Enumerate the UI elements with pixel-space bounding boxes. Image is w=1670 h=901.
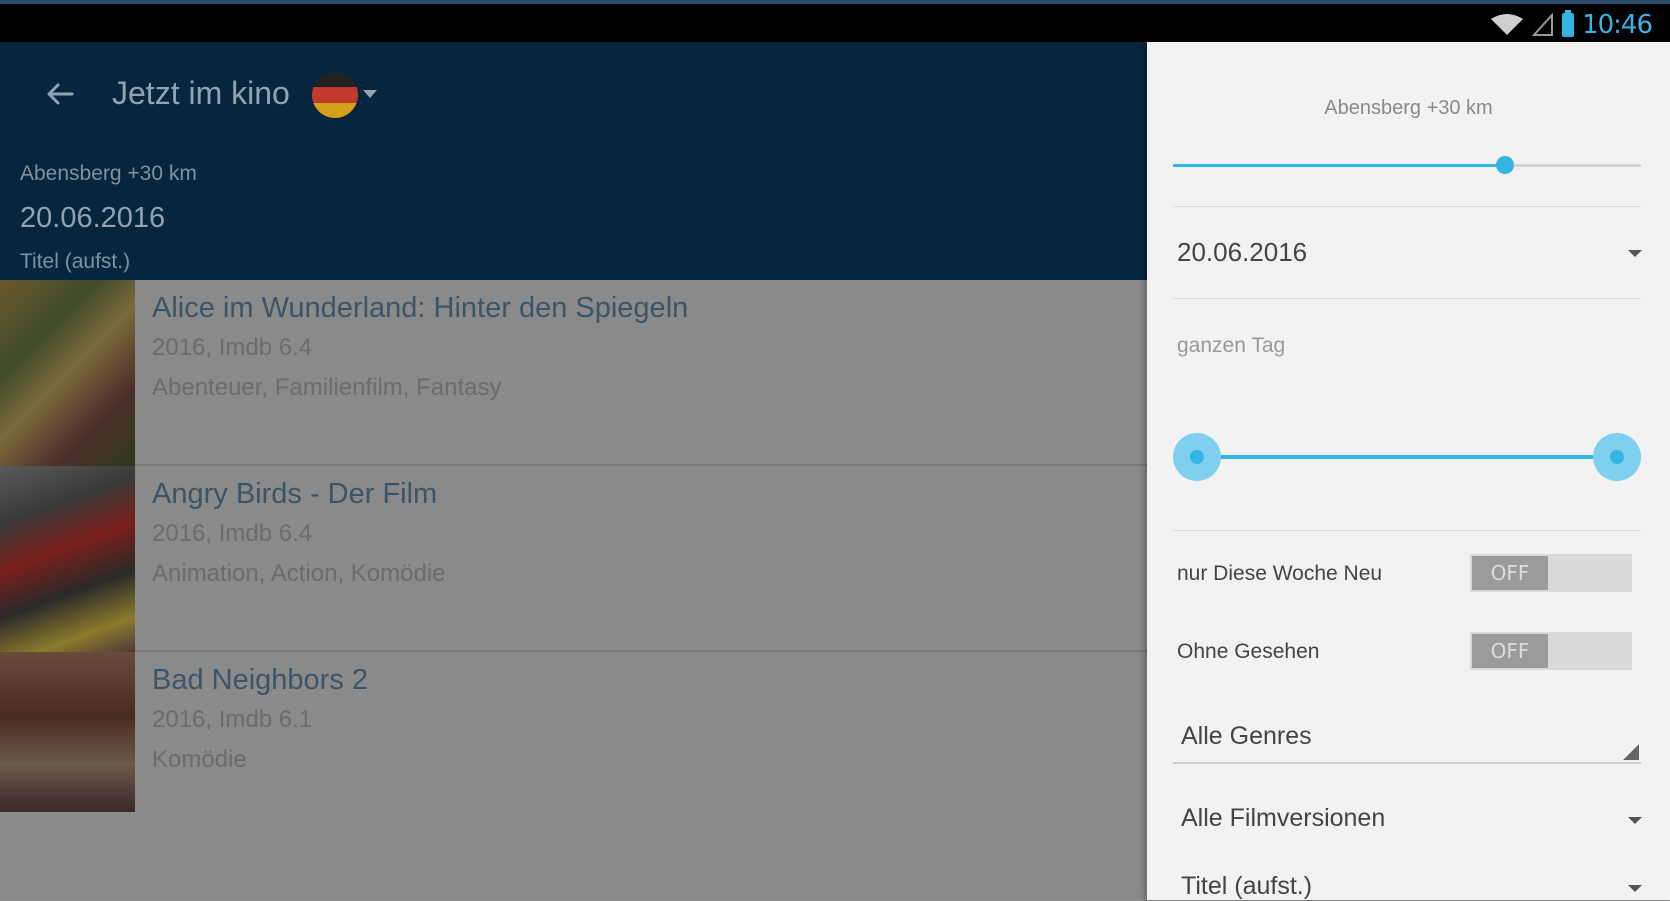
movie-list-item[interactable]: Alice im Wunderland: Hinter den Spiegeln…: [0, 280, 1147, 466]
new-this-week-toggle[interactable]: OFF: [1470, 554, 1632, 592]
spinner-corner-icon: [1623, 744, 1639, 760]
page-title: Jetzt im kino: [112, 75, 290, 111]
chevron-down-icon[interactable]: [1628, 817, 1642, 824]
radius-label: Abensberg +30 km: [1324, 97, 1493, 119]
sort-subtitle: Titel (aufst.): [20, 250, 131, 273]
movie-title: Angry Birds - Der Film: [152, 478, 438, 510]
range-start-thumb[interactable]: [1173, 433, 1221, 481]
movie-title: Bad Neighbors 2: [152, 664, 369, 696]
status-time: 10:46: [1582, 10, 1653, 40]
status-bar: 10:46: [0, 0, 1670, 42]
filter-drawer: Abensberg +30 km 20.06.2016 ganzen Tag n…: [1147, 42, 1670, 900]
germany-flag-icon[interactable]: [312, 72, 358, 118]
movie-meta: 2016, Imdb 6.4: [152, 334, 313, 361]
radius-slider[interactable]: [1173, 154, 1641, 178]
movie-meta: 2016, Imdb 6.4: [152, 520, 313, 547]
movie-poster: [0, 466, 135, 652]
chevron-down-icon[interactable]: [363, 90, 377, 98]
sort-spinner[interactable]: Titel (aufst.): [1181, 872, 1312, 901]
divider: [1173, 530, 1641, 531]
battery-icon: [1562, 10, 1575, 37]
movie-poster: [0, 280, 135, 466]
genres-spinner[interactable]: Alle Genres: [1181, 722, 1312, 751]
movie-genres: Komödie: [152, 746, 247, 773]
status-icons: 10:46: [1490, 8, 1653, 42]
versions-spinner[interactable]: Alle Filmversionen: [1181, 804, 1385, 833]
divider: [1173, 298, 1641, 299]
movie-list-item[interactable]: Bad Neighbors 2 2016, Imdb 6.1 Komödie: [0, 652, 1147, 812]
toggle-state: OFF: [1472, 634, 1548, 668]
movie-genres: Abenteuer, Familienfilm, Fantasy: [152, 374, 502, 401]
wifi-icon: [1491, 14, 1524, 35]
movie-genres: Animation, Action, Komödie: [152, 560, 446, 587]
date-spinner[interactable]: 20.06.2016: [1177, 237, 1307, 268]
radius-slider-thumb[interactable]: [1496, 156, 1515, 174]
movie-title: Alice im Wunderland: Hinter den Spiegeln: [152, 292, 689, 324]
unseen-toggle[interactable]: OFF: [1470, 632, 1632, 670]
date-subtitle: 20.06.2016: [20, 202, 166, 234]
divider: [1173, 206, 1641, 207]
location-subtitle: Abensberg +30 km: [20, 162, 197, 185]
range-end-thumb[interactable]: [1593, 433, 1641, 481]
genres-underline: [1173, 762, 1641, 764]
radius-slider-fill: [1173, 164, 1506, 167]
new-this-week-label: nur Diese Woche Neu: [1177, 562, 1383, 585]
time-range-label: ganzen Tag: [1177, 334, 1286, 357]
chevron-down-icon[interactable]: [1628, 250, 1642, 257]
chevron-down-icon[interactable]: [1628, 885, 1642, 892]
back-arrow-icon[interactable]: [40, 74, 80, 114]
movie-list-item[interactable]: Angry Birds - Der Film 2016, Imdb 6.4 An…: [0, 466, 1147, 652]
time-range-slider[interactable]: [1173, 432, 1641, 482]
toggle-state: OFF: [1472, 556, 1548, 590]
movie-poster: [0, 652, 135, 812]
signal-icon: [1532, 13, 1554, 36]
time-range-track: [1197, 455, 1617, 459]
movie-list-panel: Jetzt im kino Abensberg +30 km 20.06.201…: [0, 42, 1147, 900]
movie-meta: 2016, Imdb 6.1: [152, 706, 313, 733]
unseen-label: Ohne Gesehen: [1177, 640, 1320, 663]
app-bar: Jetzt im kino Abensberg +30 km 20.06.201…: [0, 42, 1147, 280]
